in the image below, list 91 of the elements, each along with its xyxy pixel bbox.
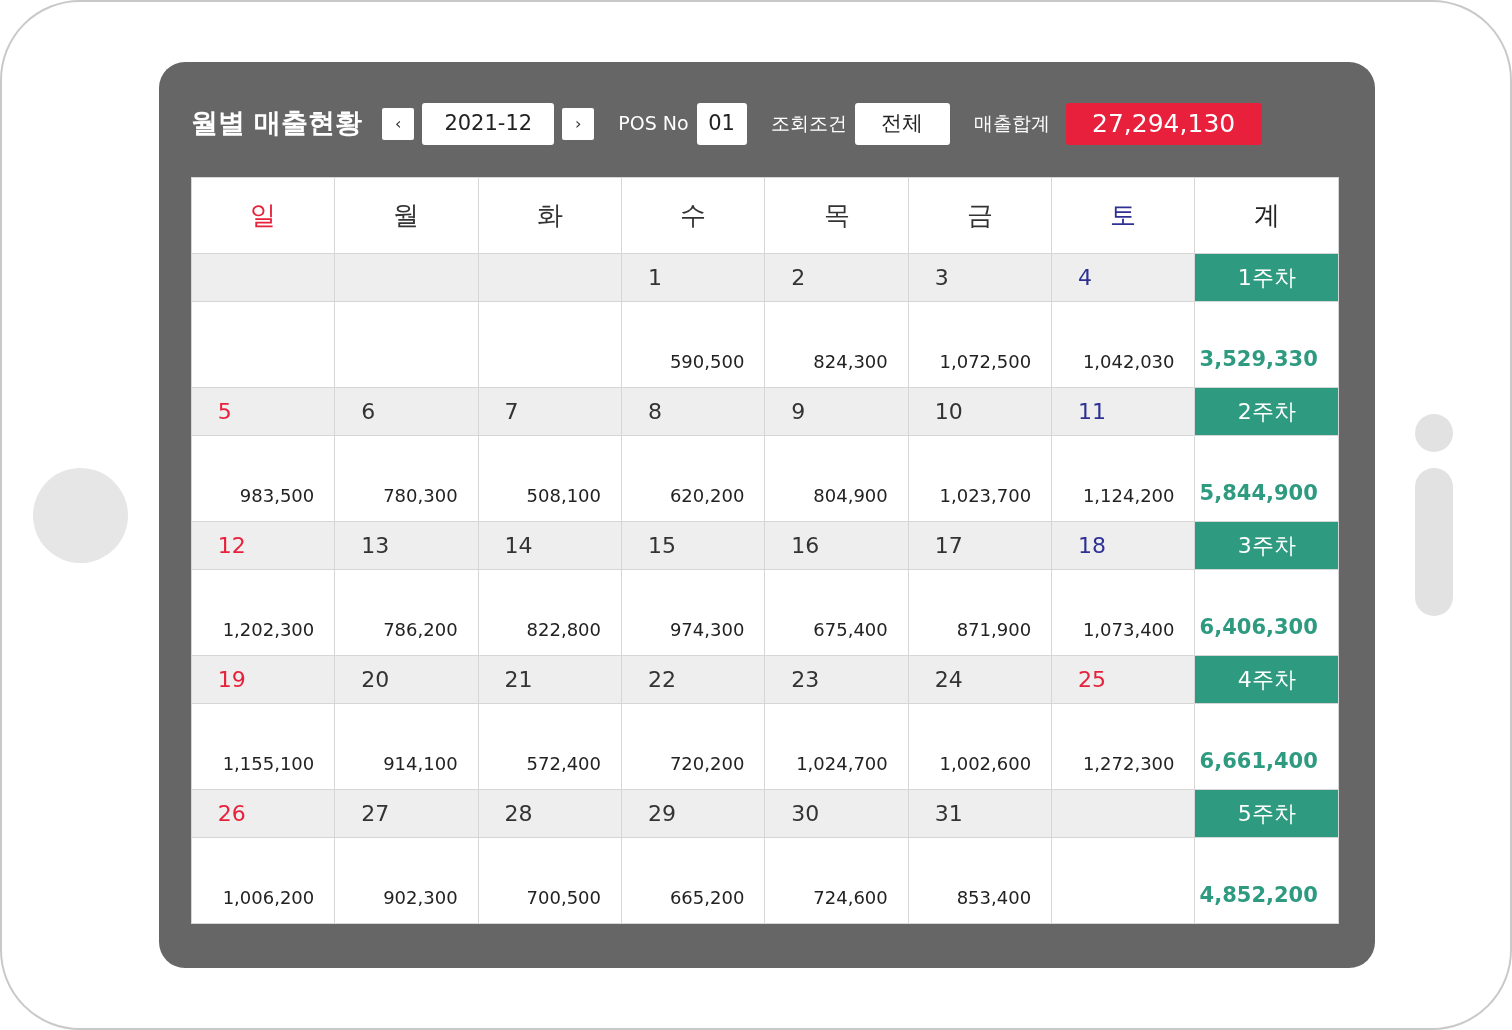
- date-cell: 4: [1051, 253, 1195, 302]
- amount-cell: 914,100: [334, 703, 479, 790]
- weekday-header: 수: [621, 177, 765, 254]
- amount-cell: 1,024,700: [764, 703, 909, 790]
- amount-cell: 724,600: [764, 837, 909, 924]
- pos-field[interactable]: 01: [696, 102, 747, 145]
- month-field[interactable]: 2021-12: [422, 102, 555, 145]
- amount-cell: 1,202,300: [191, 569, 335, 656]
- week-label-cell: 3주차: [1195, 521, 1339, 570]
- date-cell: 26: [191, 789, 335, 838]
- amount-cell: 822,800: [478, 569, 622, 656]
- amount-cell: 620,200: [621, 435, 765, 522]
- amount-cell: 804,900: [764, 435, 909, 522]
- date-cell: 9: [764, 387, 909, 436]
- date-cell: 31: [908, 789, 1052, 838]
- amount-cell: 1,042,030: [1051, 301, 1195, 388]
- amount-cell: 1,072,500: [908, 301, 1052, 388]
- total-label: 매출합계: [973, 111, 1050, 137]
- amount-cell: 720,200: [621, 703, 765, 790]
- date-cell: 16: [764, 521, 909, 570]
- page-title: 월별 매출현황: [190, 106, 363, 141]
- date-cell: 29: [621, 789, 765, 838]
- filter-field[interactable]: 전체: [854, 102, 950, 145]
- amount-cell: 1,006,200: [191, 837, 335, 924]
- week-label-cell: 1주차: [1195, 253, 1339, 302]
- amount-cell: 853,400: [908, 837, 1052, 924]
- amount-cell: 871,900: [908, 569, 1052, 656]
- week-total-cell: 3,529,330: [1195, 301, 1339, 388]
- date-cell: 17: [908, 521, 1052, 570]
- weekday-header: 월: [334, 177, 479, 254]
- amount-cell: 780,300: [334, 435, 479, 522]
- date-cell: 2: [764, 253, 909, 302]
- amount-cell: 824,300: [764, 301, 909, 388]
- amount-cell: 1,073,400: [1051, 569, 1195, 656]
- date-cell: 13: [334, 521, 479, 570]
- date-cell: 6: [334, 387, 479, 436]
- pos-label: POS No: [618, 111, 689, 137]
- total-amount: 27,294,130: [1065, 102, 1262, 145]
- amount-cell: 508,100: [478, 435, 622, 522]
- weekday-header: 토: [1051, 177, 1195, 254]
- amount-cell: 983,500: [191, 435, 335, 522]
- date-cell: 24: [908, 655, 1052, 704]
- amount-cell: 665,200: [621, 837, 765, 924]
- amount-cell: 1,155,100: [191, 703, 335, 790]
- amount-cell: 700,500: [478, 837, 622, 924]
- date-cell: 21: [478, 655, 622, 704]
- date-cell: 5: [191, 387, 335, 436]
- amount-cell: 786,200: [334, 569, 479, 656]
- week-label-cell: 4주차: [1195, 655, 1339, 704]
- date-cell: 8: [621, 387, 765, 436]
- amount-cell: 1,272,300: [1051, 703, 1195, 790]
- weekday-header: 금: [908, 177, 1052, 254]
- amount-cell: 1,002,600: [908, 703, 1052, 790]
- week-total-cell: 6,406,300: [1195, 569, 1339, 656]
- date-cell: 20: [334, 655, 479, 704]
- date-cell: 22: [621, 655, 765, 704]
- date-cell: 1: [621, 253, 765, 302]
- date-cell: 14: [478, 521, 622, 570]
- weekday-header: 화: [478, 177, 622, 254]
- date-cell: 7: [478, 387, 622, 436]
- date-cell: 18: [1051, 521, 1195, 570]
- date-cell: 12: [191, 521, 335, 570]
- date-cell: 3: [908, 253, 1052, 302]
- date-cell: 15: [621, 521, 765, 570]
- date-cell: 30: [764, 789, 909, 838]
- date-cell: 10: [908, 387, 1052, 436]
- date-cell: 25: [1051, 655, 1195, 704]
- amount-cell: 1,023,700: [908, 435, 1052, 522]
- date-cell: 23: [764, 655, 909, 704]
- total-header: 계: [1195, 177, 1339, 254]
- weekday-header: 일: [191, 177, 335, 254]
- amount-cell: 572,400: [478, 703, 622, 790]
- week-label-cell: 5주차: [1195, 789, 1339, 838]
- amount-cell: 974,300: [621, 569, 765, 656]
- amount-cell: 1,124,200: [1051, 435, 1195, 522]
- week-total-cell: 4,852,200: [1195, 837, 1339, 924]
- next-month-button[interactable]: ›: [562, 107, 595, 140]
- weekday-header: 목: [764, 177, 909, 254]
- date-cell: 11: [1051, 387, 1195, 436]
- amount-cell: 902,300: [334, 837, 479, 924]
- date-cell: 27: [334, 789, 479, 838]
- camera-dot: [1415, 414, 1454, 452]
- week-total-cell: 6,661,400: [1195, 703, 1339, 790]
- week-label-cell: 2주차: [1195, 387, 1339, 436]
- amount-cell: 590,500: [621, 301, 765, 388]
- filter-label: 조회조건: [770, 111, 847, 137]
- date-cell: 28: [478, 789, 622, 838]
- date-cell: 19: [191, 655, 335, 704]
- week-total-cell: 5,844,900: [1195, 435, 1339, 522]
- prev-month-button[interactable]: ‹: [382, 107, 415, 140]
- amount-cell: 675,400: [764, 569, 909, 656]
